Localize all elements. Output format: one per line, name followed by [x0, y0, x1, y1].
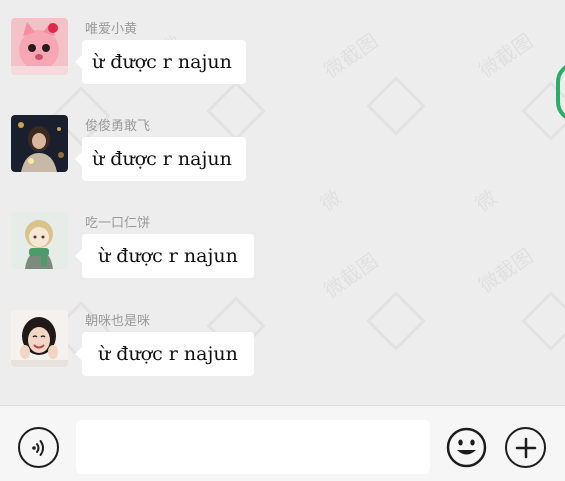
chat-message: 吃一口仁饼 ừ được r najun	[0, 212, 565, 307]
night-girl-avatar-icon	[11, 115, 68, 172]
message-bubble[interactable]: ừ được r najun	[75, 137, 246, 181]
message-bubble[interactable]: ừ được r najun	[75, 234, 254, 278]
message-bubble[interactable]: ừ được r najun	[75, 332, 254, 376]
smiling-girl-avatar-icon	[11, 310, 68, 367]
anime-scarf-avatar-icon	[11, 212, 68, 269]
avatar[interactable]	[11, 310, 68, 367]
chat-message: 唯爱小黄 ừ được r najun	[0, 18, 565, 113]
plus-icon	[515, 437, 536, 458]
sender-name: 吃一口仁饼	[85, 216, 151, 231]
avatar[interactable]	[11, 115, 68, 172]
chat-message: 俊俊勇敢飞 ừ được r najun	[0, 115, 565, 210]
emoji-button[interactable]	[446, 427, 487, 468]
avatar[interactable]	[11, 18, 68, 75]
input-bar	[0, 405, 565, 481]
pink-cat-avatar-icon	[11, 18, 68, 75]
emoji-icon	[446, 427, 487, 468]
chat-message: 朝咪也是咪 ừ được r najun	[0, 310, 565, 405]
chat-message-list[interactable]: 微 微截图 微截图 微 微 微截图 微截图 唯爱小黄 ừ được r naju…	[0, 0, 565, 405]
voice-icon	[31, 439, 44, 456]
sender-name: 朝咪也是咪	[85, 314, 151, 329]
message-input[interactable]	[76, 420, 430, 474]
voice-button[interactable]	[18, 427, 59, 468]
sender-name: 唯爱小黄	[85, 22, 138, 37]
more-button[interactable]	[505, 427, 546, 468]
sender-name: 俊俊勇敢飞	[85, 119, 151, 134]
message-bubble[interactable]: ừ được r najun	[75, 40, 246, 84]
avatar[interactable]	[11, 212, 68, 269]
